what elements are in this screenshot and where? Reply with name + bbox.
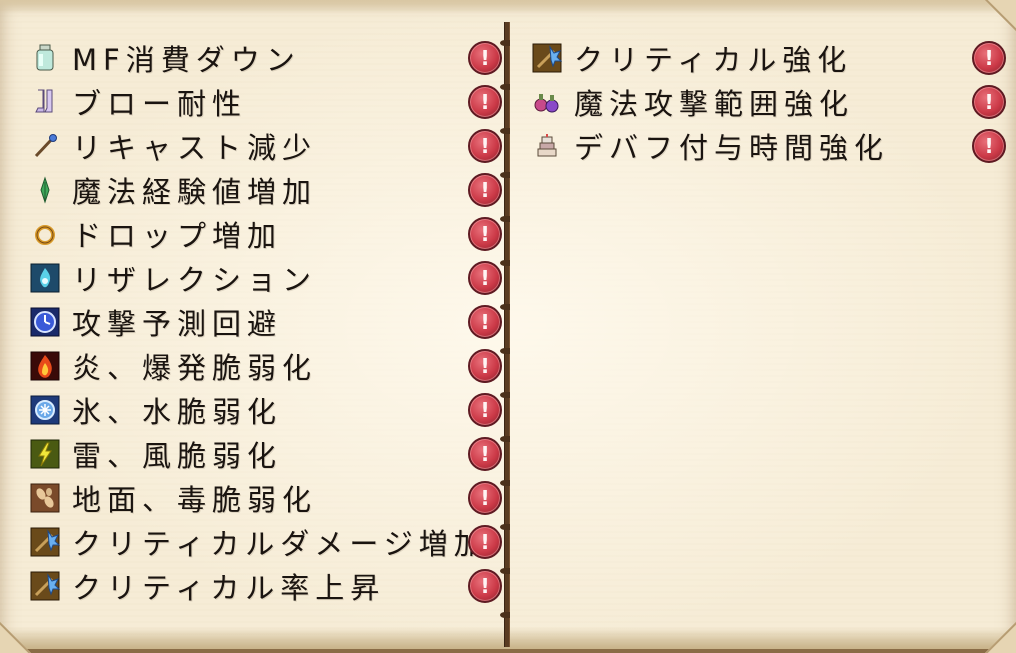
earth-seeds-icon — [30, 483, 60, 513]
spine-notch — [500, 128, 510, 134]
alert-badge[interactable]: ! — [468, 41, 502, 75]
skill-row[interactable]: 氷、水脆弱化 ! — [30, 388, 502, 432]
spine-binding — [504, 22, 510, 647]
skill-label: 地面、毒脆弱化 — [72, 483, 318, 517]
alert-badge[interactable]: ! — [468, 393, 502, 427]
skill-label: 魔法攻撃範囲強化 — [574, 87, 855, 121]
spine-notch — [500, 524, 510, 530]
magic-wand-icon — [30, 131, 60, 161]
right-page: クリティカル強化 ! 魔法攻撃範囲強化 ! デバフ付与時間強化 ! — [532, 36, 1006, 168]
spine-notch — [500, 260, 510, 266]
spine-notch — [500, 40, 510, 46]
layered-cake-icon — [532, 131, 562, 161]
skill-label: クリティカル率上昇 — [72, 571, 386, 605]
spine-notch — [500, 436, 510, 442]
alert-badge[interactable]: ! — [468, 525, 502, 559]
spine-notch — [500, 304, 510, 310]
boots-icon — [30, 87, 60, 117]
skill-row[interactable]: ドロップ増加 ! — [30, 212, 502, 256]
page-top-edge — [0, 0, 1016, 14]
alert-badge[interactable]: ! — [468, 305, 502, 339]
skill-row[interactable]: デバフ付与時間強化 ! — [532, 124, 1006, 168]
spine-notch — [500, 348, 510, 354]
critical-staff-icon — [30, 571, 60, 601]
skill-row[interactable]: ブロー耐性 ! — [30, 80, 502, 124]
alert-badge[interactable]: ! — [468, 569, 502, 603]
skill-label: MF消費ダウン — [72, 43, 301, 77]
skill-label: 魔法経験値増加 — [72, 175, 318, 209]
skill-row[interactable]: 地面、毒脆弱化 ! — [30, 476, 502, 520]
skill-row[interactable]: クリティカル率上昇 ! — [30, 564, 502, 608]
alert-badge[interactable]: ! — [468, 437, 502, 471]
spine-notch — [500, 480, 510, 486]
skill-label: 雷、風脆弱化 — [72, 439, 283, 473]
alert-badge[interactable]: ! — [468, 129, 502, 163]
left-page: MF消費ダウン ! ブロー耐性 ! リキャスト減少 ! 魔法経験値増加 ! ドロ… — [30, 36, 502, 608]
alert-badge[interactable]: ! — [468, 85, 502, 119]
fire-icon — [30, 351, 60, 381]
spine-notch — [500, 84, 510, 90]
skill-label: 氷、水脆弱化 — [72, 395, 283, 429]
book-spine — [498, 22, 514, 647]
critical-staff-icon — [532, 43, 562, 73]
skill-row[interactable]: クリティカル強化 ! — [532, 36, 1006, 80]
skill-label: ドロップ増加 — [72, 219, 283, 253]
skill-label: ブロー耐性 — [72, 87, 248, 121]
alert-badge[interactable]: ! — [468, 481, 502, 515]
skill-label: クリティカル強化 — [574, 43, 853, 77]
spine-notch — [500, 568, 510, 574]
alert-badge[interactable]: ! — [972, 129, 1006, 163]
skill-row[interactable]: MF消費ダウン ! — [30, 36, 502, 80]
skill-row[interactable]: 攻撃予測回避 ! — [30, 300, 502, 344]
skill-label: リザレクション — [72, 263, 318, 297]
skill-row[interactable]: 魔法攻撃範囲強化 ! — [532, 80, 1006, 124]
skill-label: クリティカルダメージ増加 — [72, 527, 489, 561]
skill-row[interactable]: リザレクション ! — [30, 256, 502, 300]
skill-label: 炎、爆発脆弱化 — [72, 351, 318, 385]
alert-badge[interactable]: ! — [468, 173, 502, 207]
skill-row[interactable]: 雷、風脆弱化 ! — [30, 432, 502, 476]
potion-bottle-icon — [30, 43, 60, 73]
potion-cluster-icon — [532, 87, 562, 117]
skill-row[interactable]: クリティカルダメージ増加 ! — [30, 520, 502, 564]
skill-row[interactable]: 魔法経験値増加 ! — [30, 168, 502, 212]
spine-notch — [500, 216, 510, 222]
alert-badge[interactable]: ! — [972, 85, 1006, 119]
spine-notch — [500, 392, 510, 398]
spine-notch — [500, 172, 510, 178]
skill-row[interactable]: 炎、爆発脆弱化 ! — [30, 344, 502, 388]
gold-ring-icon — [30, 219, 60, 249]
lightning-icon — [30, 439, 60, 469]
green-herb-icon — [30, 175, 60, 205]
skill-row[interactable]: リキャスト減少 ! — [30, 124, 502, 168]
skill-book: MF消費ダウン ! ブロー耐性 ! リキャスト減少 ! 魔法経験値増加 ! ドロ… — [0, 0, 1016, 653]
clock-icon — [30, 307, 60, 337]
alert-badge[interactable]: ! — [468, 349, 502, 383]
alert-badge[interactable]: ! — [468, 217, 502, 251]
ice-icon — [30, 395, 60, 425]
skill-label: 攻撃予測回避 — [72, 307, 283, 341]
critical-staff-icon — [30, 527, 60, 557]
skill-label: デバフ付与時間強化 — [574, 131, 890, 165]
resurrection-flame-icon — [30, 263, 60, 293]
alert-badge[interactable]: ! — [468, 261, 502, 295]
skill-label: リキャスト減少 — [72, 131, 318, 165]
alert-badge[interactable]: ! — [972, 41, 1006, 75]
spine-notch — [500, 612, 510, 618]
page-corner — [984, 0, 1016, 32]
